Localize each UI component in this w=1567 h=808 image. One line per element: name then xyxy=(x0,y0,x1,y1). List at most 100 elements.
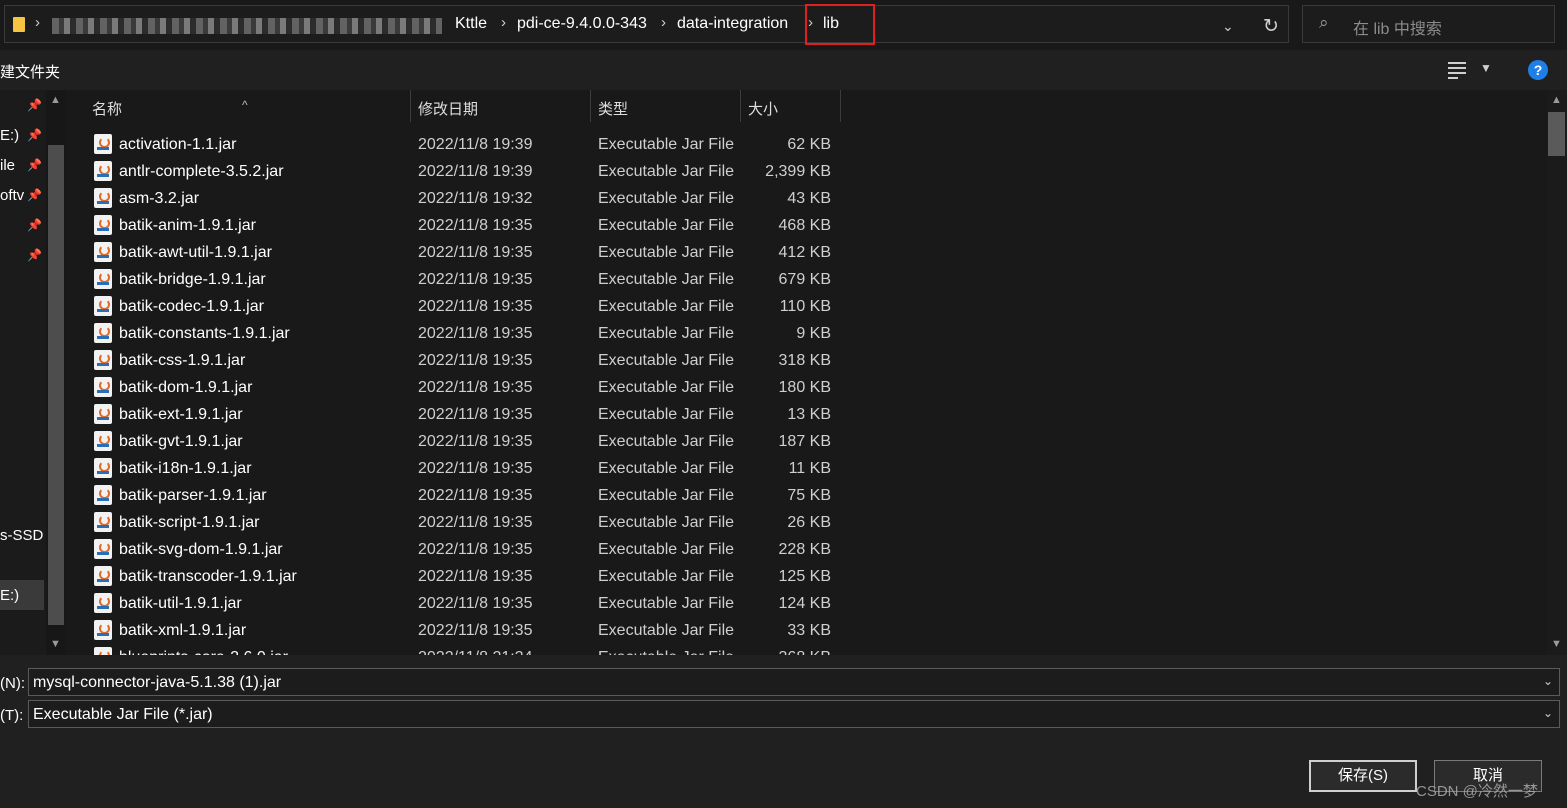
jar-file-icon xyxy=(94,458,112,478)
chevron-down-icon[interactable]: ⌄ xyxy=(1543,706,1553,720)
scroll-up-icon[interactable]: ▲ xyxy=(50,94,61,106)
file-size: 9 KB xyxy=(796,325,831,342)
nav-item-drive-e-selected[interactable]: E:) xyxy=(0,587,19,604)
file-type: Executable Jar File xyxy=(598,163,735,180)
nav-item-ssd[interactable]: s-SSD ( xyxy=(0,527,53,544)
file-list-scroll-thumb[interactable] xyxy=(1548,112,1565,156)
file-row[interactable]: batik-constants-1.9.1.jar 2022/11/8 19:35… xyxy=(66,321,856,348)
chevron-right-icon[interactable]: › xyxy=(35,14,40,31)
pin-icon: 📌 xyxy=(27,128,42,142)
file-row[interactable]: asm-3.2.jar 2022/11/8 19:32 Executable Jar… xyxy=(66,186,856,213)
breadcrumb-kttle[interactable]: Kttle xyxy=(455,15,487,33)
file-name: antlr-complete-3.5.2.jar xyxy=(119,163,284,180)
nav-scroll-thumb[interactable] xyxy=(48,145,64,625)
file-date: 2022/11/8 19:39 xyxy=(418,163,533,180)
save-button[interactable]: 保存(S) xyxy=(1309,760,1417,792)
pin-icon: 📌 xyxy=(27,218,42,232)
file-type: Executable Jar File xyxy=(598,136,735,153)
file-size: 43 KB xyxy=(787,190,831,207)
file-row[interactable]: batik-util-1.9.1.jar 2022/11/8 19:35 Execu… xyxy=(66,591,856,618)
chevron-down-icon[interactable]: ▼ xyxy=(1480,61,1492,75)
file-row[interactable]: batik-gvt-1.9.1.jar 2022/11/8 19:35 Execut… xyxy=(66,429,856,456)
file-size: 124 KB xyxy=(778,595,831,612)
new-folder-button[interactable]: 建文件夹 xyxy=(0,61,60,82)
file-type: Executable Jar File xyxy=(598,460,735,477)
filetype-value: Executable Jar File (*.jar) xyxy=(33,706,213,723)
jar-file-icon xyxy=(94,485,112,505)
file-row[interactable]: batik-i18n-1.9.1.jar 2022/11/8 19:35 Execu… xyxy=(66,456,856,483)
sort-ascending-icon: ^ xyxy=(242,98,248,112)
file-type: Executable Jar File xyxy=(598,541,735,558)
chevron-right-icon[interactable]: › xyxy=(501,14,506,31)
column-header-name[interactable]: 名称 ^ xyxy=(66,90,410,122)
nav-scrollbar[interactable]: ▲ ▼ xyxy=(46,90,66,655)
scroll-down-icon[interactable]: ▼ xyxy=(50,638,61,650)
file-name: batik-xml-1.9.1.jar xyxy=(119,622,247,639)
chevron-down-icon[interactable]: ⌄ xyxy=(1543,674,1553,688)
file-name: batik-constants-1.9.1.jar xyxy=(119,325,290,342)
file-name: batik-anim-1.9.1.jar xyxy=(119,217,256,234)
view-options-icon[interactable] xyxy=(1448,60,1468,80)
file-name: batik-transcoder-1.9.1.jar xyxy=(119,568,297,585)
file-size: 228 KB xyxy=(778,541,831,558)
jar-file-icon xyxy=(94,431,112,451)
file-date: 2022/11/8 19:35 xyxy=(418,487,533,504)
breadcrumb-pdi[interactable]: pdi-ce-9.4.0.0-343 xyxy=(517,15,647,33)
search-input[interactable]: ⌕ 在 lib 中搜索 xyxy=(1302,5,1555,43)
file-list-scrollbar[interactable]: ▲ ▼ xyxy=(1547,90,1567,655)
refresh-icon[interactable]: ↻ xyxy=(1263,15,1285,37)
file-date: 2022/11/8 19:35 xyxy=(418,568,533,585)
address-bar[interactable]: › Kttle › pdi-ce-9.4.0.0-343 › data-inte… xyxy=(4,5,1289,43)
file-row[interactable]: batik-bridge-1.9.1.jar 2022/11/8 19:35 Exe… xyxy=(66,267,856,294)
file-size: 13 KB xyxy=(787,406,831,423)
file-name: batik-util-1.9.1.jar xyxy=(119,595,242,612)
file-type: Executable Jar File xyxy=(598,379,735,396)
file-type: Executable Jar File xyxy=(598,244,735,261)
jar-file-icon xyxy=(94,269,112,289)
file-row[interactable]: activation-1.1.jar 2022/11/8 19:39 Executa… xyxy=(66,132,856,159)
column-header-size-label: 大小 xyxy=(748,101,779,118)
file-row[interactable]: batik-dom-1.9.1.jar 2022/11/8 19:35 Execut… xyxy=(66,375,856,402)
file-size: 468 KB xyxy=(778,217,831,234)
jar-file-icon xyxy=(94,188,112,208)
file-row[interactable]: batik-anim-1.9.1.jar 2022/11/8 19:35 Execu… xyxy=(66,213,856,240)
column-header-date[interactable]: 修改日期 xyxy=(411,90,591,122)
file-row[interactable]: batik-script-1.9.1.jar 2022/11/8 19:35 Exe… xyxy=(66,510,856,537)
file-size: 110 KB xyxy=(779,298,831,315)
file-row[interactable]: batik-css-1.9.1.jar 2022/11/8 19:35 Execut… xyxy=(66,348,856,375)
jar-file-icon xyxy=(94,593,112,613)
jar-file-icon xyxy=(94,323,112,343)
breadcrumb-data-integration[interactable]: data-integration xyxy=(677,15,788,33)
file-row[interactable]: batik-svg-dom-1.9.1.jar 2022/11/8 19:35 Ex… xyxy=(66,537,856,564)
file-row[interactable]: batik-ext-1.9.1.jar 2022/11/8 19:35 Execut… xyxy=(66,402,856,429)
jar-file-icon xyxy=(94,242,112,262)
jar-file-icon xyxy=(94,377,112,397)
address-bar-area: › Kttle › pdi-ce-9.4.0.0-343 › data-inte… xyxy=(0,0,1567,50)
column-divider[interactable] xyxy=(840,90,841,122)
chevron-down-icon[interactable]: ⌄ xyxy=(1222,18,1242,38)
file-row[interactable]: batik-parser-1.9.1.jar 2022/11/8 19:35 Exe… xyxy=(66,483,856,510)
scroll-down-icon[interactable]: ▼ xyxy=(1551,638,1562,650)
filetype-select[interactable]: Executable Jar File (*.jar) ⌄ xyxy=(28,700,1560,728)
file-row[interactable]: batik-codec-1.9.1.jar 2022/11/8 19:35 Exec… xyxy=(66,294,856,321)
jar-file-icon xyxy=(94,296,112,316)
help-icon[interactable]: ? xyxy=(1528,60,1548,80)
column-header-size[interactable]: 大小 xyxy=(741,90,841,122)
jar-file-icon xyxy=(94,161,112,181)
nav-item-drive-e[interactable]: E:) xyxy=(0,127,19,144)
scroll-up-icon[interactable]: ▲ xyxy=(1551,94,1562,106)
filename-field[interactable]: mysql-connector-java-5.1.38 (1).jar ⌄ xyxy=(28,668,1560,696)
file-type: Executable Jar File xyxy=(598,622,735,639)
file-row[interactable]: blueprints-core-2.6.0.jar2022/11/8 21:24… xyxy=(66,645,856,655)
file-row[interactable]: batik-transcoder-1.9.1.jar 2022/11/8 19:3… xyxy=(66,564,856,591)
file-date: 2022/11/8 19:39 xyxy=(418,136,533,153)
nav-item-file[interactable]: ile xyxy=(0,157,15,174)
file-date: 2022/11/8 19:35 xyxy=(418,541,533,558)
chevron-right-icon[interactable]: › xyxy=(661,14,666,31)
file-row[interactable]: batik-awt-util-1.9.1.jar 2022/11/8 19:35 E… xyxy=(66,240,856,267)
nav-item-soft[interactable]: oftv xyxy=(0,187,24,204)
file-row[interactable]: antlr-complete-3.5.2.jar 2022/11/8 19:39 E… xyxy=(66,159,856,186)
column-header-type[interactable]: 类型 xyxy=(591,90,741,122)
jar-file-icon xyxy=(94,647,112,655)
file-row[interactable]: batik-xml-1.9.1.jar 2022/11/8 19:35 Execut… xyxy=(66,618,856,645)
